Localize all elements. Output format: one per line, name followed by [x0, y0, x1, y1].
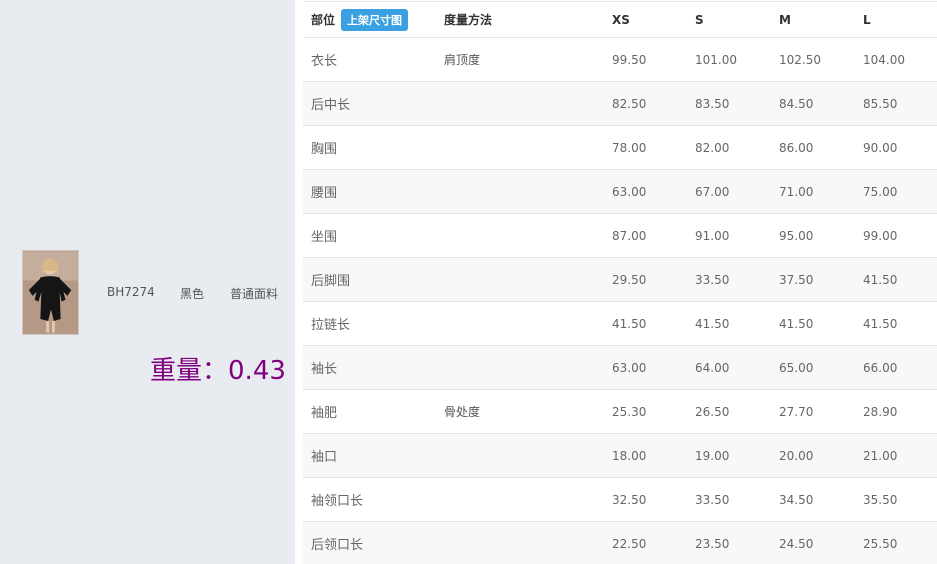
cell-s: 33.50	[695, 492, 730, 507]
cell-xs: 29.50	[612, 272, 647, 287]
cell-part: 袖口	[311, 450, 338, 465]
cell-part: 腰围	[311, 186, 338, 201]
panel-divider	[295, 0, 303, 564]
table-row: 拉链长 41.50 41.50 41.50 41.50	[303, 301, 937, 345]
size-chart-button[interactable]: 上架尺寸图	[341, 8, 409, 31]
cell-l: 35.50	[863, 492, 898, 507]
cell-l: 41.50	[863, 316, 898, 331]
cell-s: 82.00	[695, 140, 730, 155]
cell-s: 19.00	[695, 448, 730, 463]
cell-l: 28.90	[863, 404, 898, 419]
cell-xs: 78.00	[612, 140, 647, 155]
cell-part: 后领口长	[311, 538, 364, 553]
table-row: 袖肥 骨处度 25.30 26.50 27.70 28.90	[303, 389, 937, 433]
header-xs: XS	[612, 12, 630, 27]
cell-m: 71.00	[779, 184, 814, 199]
cell-xs: 32.50	[612, 492, 647, 507]
header-l: L	[863, 12, 871, 27]
cell-part: 后中长	[311, 98, 351, 113]
cell-part: 坐围	[311, 230, 338, 245]
cell-m: 37.50	[779, 272, 814, 287]
product-photo-icon	[23, 251, 78, 334]
cell-m: 102.50	[779, 52, 821, 67]
cell-xs: 25.30	[612, 404, 647, 419]
cell-l: 75.00	[863, 184, 898, 199]
cell-l: 99.00	[863, 228, 898, 243]
cell-m: 65.00	[779, 360, 814, 375]
cell-l: 25.50	[863, 536, 898, 551]
product-code: BH7274	[107, 285, 155, 299]
cell-xs: 18.00	[612, 448, 647, 463]
table-row: 袖领口长 32.50 33.50 34.50 35.50	[303, 477, 937, 521]
product-info-panel: BH7274 黑色 普通面料 重量：0.43	[0, 0, 295, 564]
product-weight: 重量：0.43	[150, 350, 286, 387]
cell-xs: 87.00	[612, 228, 647, 243]
cell-m: 20.00	[779, 448, 814, 463]
cell-s: 101.00	[695, 52, 737, 67]
table-row: 后领口长 22.50 23.50 24.50 25.50	[303, 521, 937, 564]
cell-l: 21.00	[863, 448, 898, 463]
cell-l: 41.50	[863, 272, 898, 287]
cell-part: 袖肥	[311, 406, 338, 421]
product-thumbnail[interactable]	[22, 250, 79, 335]
table-row: 后中长 82.50 83.50 84.50 85.50	[303, 81, 937, 125]
table-row: 腰围 63.00 67.00 71.00 75.00	[303, 169, 937, 213]
cell-part: 袖领口长	[311, 494, 364, 509]
weight-label: 重量：	[150, 356, 229, 386]
cell-method: 骨处度	[444, 405, 481, 419]
cell-s: 83.50	[695, 96, 730, 111]
table-row: 袖长 63.00 64.00 65.00 66.00	[303, 345, 937, 389]
cell-part: 拉链长	[311, 318, 351, 333]
cell-m: 41.50	[779, 316, 814, 331]
header-part-label: 部位	[311, 13, 336, 27]
cell-s: 33.50	[695, 272, 730, 287]
cell-l: 90.00	[863, 140, 898, 155]
cell-s: 23.50	[695, 536, 730, 551]
cell-m: 84.50	[779, 96, 814, 111]
cell-s: 91.00	[695, 228, 730, 243]
cell-m: 95.00	[779, 228, 814, 243]
cell-xs: 99.50	[612, 52, 647, 67]
cell-m: 86.00	[779, 140, 814, 155]
cell-s: 41.50	[695, 316, 730, 331]
cell-xs: 63.00	[612, 184, 647, 199]
product-fabric: 普通面料	[230, 287, 279, 301]
cell-s: 64.00	[695, 360, 730, 375]
product-color: 黑色	[180, 287, 205, 301]
cell-xs: 82.50	[612, 96, 647, 111]
cell-m: 34.50	[779, 492, 814, 507]
cell-part: 后脚围	[311, 274, 351, 289]
cell-s: 67.00	[695, 184, 730, 199]
header-part: 部位 上架尺寸图	[311, 2, 409, 37]
size-table: 部位 上架尺寸图 度量方法 XS S M L 衣长 肩顶度 99.50 101.00 1…	[303, 0, 937, 564]
header-m: M	[779, 12, 791, 27]
cell-l: 85.50	[863, 96, 898, 111]
table-header: 部位 上架尺寸图 度量方法 XS S M L	[303, 1, 937, 37]
cell-part: 胸围	[311, 142, 338, 157]
cell-m: 27.70	[779, 404, 814, 419]
table-row: 后脚围 29.50 33.50 37.50 41.50	[303, 257, 937, 301]
cell-m: 24.50	[779, 536, 814, 551]
cell-part: 袖长	[311, 362, 338, 377]
weight-value: 0.43	[228, 356, 286, 386]
cell-part: 衣长	[311, 54, 338, 69]
cell-xs: 41.50	[612, 316, 647, 331]
header-method: 度量方法	[444, 13, 493, 27]
cell-xs: 22.50	[612, 536, 647, 551]
table-row: 坐围 87.00 91.00 95.00 99.00	[303, 213, 937, 257]
cell-l: 66.00	[863, 360, 898, 375]
header-s: S	[695, 12, 704, 27]
table-row: 胸围 78.00 82.00 86.00 90.00	[303, 125, 937, 169]
table-row: 衣长 肩顶度 99.50 101.00 102.50 104.00	[303, 37, 937, 81]
cell-method: 肩顶度	[444, 53, 481, 67]
table-row: 袖口 18.00 19.00 20.00 21.00	[303, 433, 937, 477]
cell-xs: 63.00	[612, 360, 647, 375]
cell-s: 26.50	[695, 404, 730, 419]
cell-l: 104.00	[863, 52, 905, 67]
